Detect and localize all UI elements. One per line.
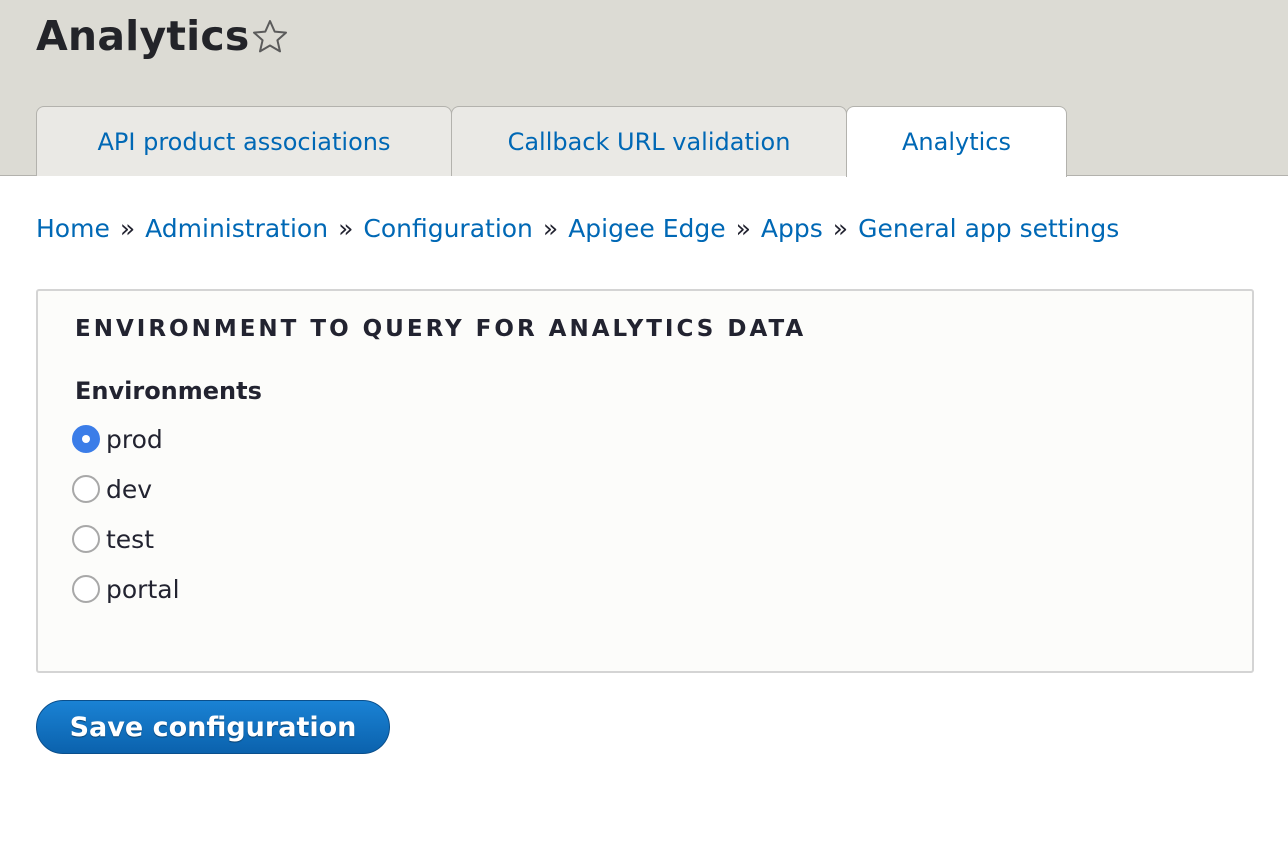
breadcrumb-configuration[interactable]: Configuration [363, 214, 533, 243]
radio-option-portal[interactable]: portal [72, 571, 180, 607]
radio-button-portal[interactable] [72, 575, 100, 603]
breadcrumb-separator: » [338, 214, 354, 243]
breadcrumb-apigee-edge[interactable]: Apigee Edge [568, 214, 725, 243]
radio-button-test[interactable] [72, 525, 100, 553]
radio-label-portal[interactable]: portal [106, 575, 180, 604]
fieldset-legend: ENVIRONMENT TO QUERY FOR ANALYTICS DATA [75, 316, 807, 342]
page-title: Analytics [36, 12, 250, 60]
radio-button-prod[interactable] [72, 425, 100, 453]
breadcrumb: Home » Administration » Configuration » Apigee… [36, 211, 1119, 247]
radio-button-dev[interactable] [72, 475, 100, 503]
breadcrumb-separator: » [119, 214, 136, 243]
breadcrumb-general-app-settings[interactable]: General app settings [858, 214, 1119, 243]
tab-callback-url-validation[interactable]: Callback URL validation [451, 106, 847, 176]
breadcrumb-separator: » [542, 214, 559, 243]
breadcrumb-apps[interactable]: Apps [761, 214, 823, 243]
breadcrumb-separator: » [832, 214, 849, 243]
radio-option-prod[interactable]: prod [72, 421, 163, 457]
tab-api-product-associations[interactable]: API product associations [36, 106, 452, 176]
breadcrumb-administration[interactable]: Administration [145, 214, 328, 243]
environment-fieldset: ENVIRONMENT TO QUERY FOR ANALYTICS DATA … [36, 289, 1254, 673]
radio-label-test[interactable]: test [106, 525, 154, 554]
environments-label: Environments [75, 377, 262, 405]
breadcrumb-separator: » [735, 214, 751, 243]
radio-label-prod[interactable]: prod [106, 425, 163, 454]
breadcrumb-home[interactable]: Home [36, 214, 110, 243]
save-configuration-button[interactable]: Save configuration [36, 700, 390, 754]
radio-label-dev[interactable]: dev [106, 475, 152, 504]
radio-option-test[interactable]: test [72, 521, 154, 557]
radio-option-dev[interactable]: dev [72, 471, 152, 507]
page-header: Analytics API product associations Callb… [0, 0, 1288, 177]
star-outline-icon[interactable] [250, 17, 290, 57]
tab-analytics[interactable]: Analytics [846, 106, 1067, 177]
tabs: API product associations Callback URL va… [36, 106, 1067, 177]
